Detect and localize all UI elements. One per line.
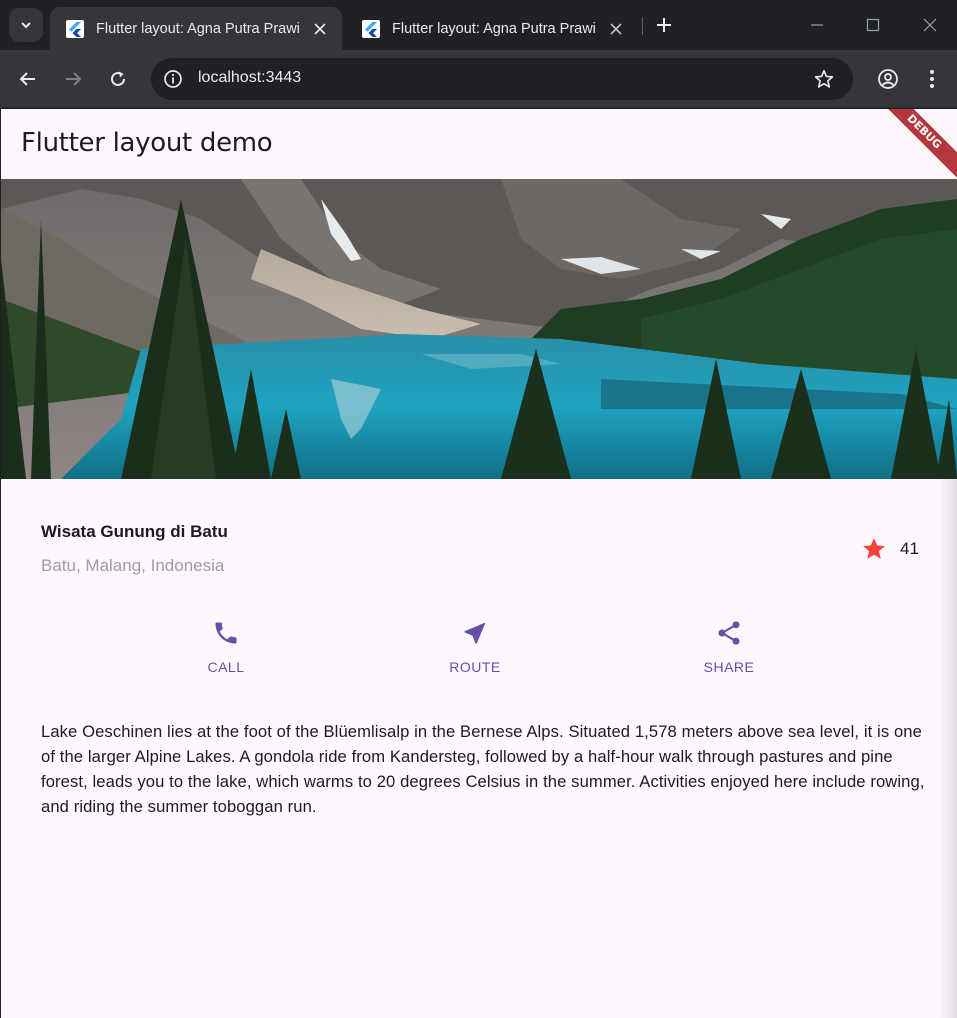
close-window-button[interactable]	[917, 12, 943, 38]
app-viewport: Flutter layout demo DEBUG Wisata Gunung …	[1, 109, 957, 1018]
menu-button[interactable]	[918, 65, 946, 93]
browser-toolbar: localhost:3443	[0, 50, 957, 108]
place-location: Batu, Malang, Indonesia	[41, 556, 225, 575]
title-section: Wisata Gunung di Batu Batu, Malang, Indo…	[1, 479, 957, 604]
share-label: SHARE	[703, 659, 755, 675]
plus-icon	[657, 18, 671, 32]
maximize-icon	[866, 18, 880, 32]
star-icon[interactable]	[861, 536, 887, 562]
call-label: CALL	[207, 659, 245, 675]
minimize-icon	[811, 24, 823, 26]
more-vert-icon	[930, 70, 934, 88]
browser-tab-active[interactable]: Flutter layout: Agna Putra Prawi	[50, 7, 342, 50]
near-me-icon	[464, 622, 486, 644]
forward-button[interactable]	[59, 65, 87, 93]
tab-separator	[642, 17, 643, 35]
page-title: Flutter layout demo	[21, 128, 273, 158]
action-buttons: CALL ROUTE SHARE	[1, 619, 957, 699]
url-text[interactable]: localhost:3443	[198, 69, 301, 87]
call-button[interactable]: CALL	[166, 619, 286, 675]
flutter-logo-icon	[66, 19, 84, 38]
share-button[interactable]: SHARE	[669, 619, 789, 675]
info-icon[interactable]	[162, 68, 184, 90]
favorite-count: 41	[900, 539, 919, 558]
app-bar: Flutter layout demo	[1, 109, 957, 179]
flutter-logo-icon	[362, 19, 380, 38]
arrow-right-icon	[66, 72, 82, 86]
reload-icon	[111, 71, 125, 86]
route-label: ROUTE	[449, 659, 501, 675]
address-bar[interactable]: localhost:3443	[151, 58, 853, 100]
account-icon	[878, 69, 898, 89]
tab-search-button[interactable]	[9, 8, 43, 42]
back-button[interactable]	[14, 65, 42, 93]
arrow-left-icon	[19, 72, 35, 86]
chevron-down-icon	[21, 22, 31, 29]
close-icon[interactable]	[310, 19, 330, 39]
close-icon	[923, 18, 937, 32]
place-name: Wisata Gunung di Batu	[41, 522, 228, 541]
scroll-edge-shadow	[939, 479, 957, 1018]
reload-button[interactable]	[104, 65, 132, 93]
tab-title: Flutter layout: Agna Putra Prawi	[392, 20, 596, 37]
close-icon[interactable]	[606, 19, 626, 39]
maximize-button[interactable]	[860, 12, 886, 38]
browser-tab-inactive[interactable]: Flutter layout: Agna Putra Prawi	[346, 7, 638, 50]
lake-image	[1, 179, 957, 479]
share-icon	[718, 621, 740, 645]
tab-title: Flutter layout: Agna Putra Prawi	[96, 20, 300, 37]
description-text: Lake Oeschinen lies at the foot of the B…	[41, 722, 925, 816]
new-tab-button[interactable]	[652, 13, 676, 37]
phone-icon	[215, 622, 237, 644]
route-button[interactable]: ROUTE	[415, 619, 535, 675]
profile-button[interactable]	[874, 65, 902, 93]
bookmark-star-icon[interactable]	[813, 68, 835, 90]
minimize-button[interactable]	[804, 12, 830, 38]
browser-tabstrip: Flutter layout: Agna Putra Prawi Flutter…	[0, 0, 957, 50]
